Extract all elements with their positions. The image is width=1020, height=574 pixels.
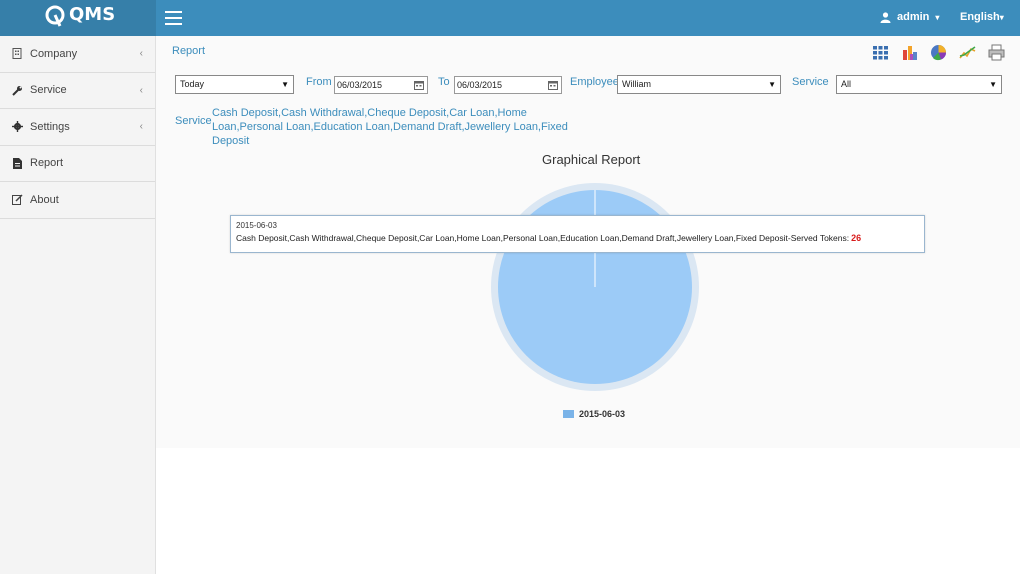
service-summary-text: Cash Deposit,Cash Withdrawal,Cheque Depo… [212, 107, 568, 147]
sidebar-item-settings[interactable]: Settings ‹ [0, 109, 155, 146]
chart-legend[interactable]: 2015-06-03 [563, 409, 625, 419]
sidebar-item-report[interactable]: Report [0, 146, 155, 182]
filter-bar: Today ▼ From 06/03/2015 To 06/03/2015 Em… [175, 75, 1005, 95]
sidebar: Company ‹ Service ‹ Settings ‹ Report Ab… [0, 36, 156, 574]
sidebar-item-about[interactable]: About [0, 182, 155, 219]
chevron-left-icon: ‹ [139, 48, 143, 59]
logo-text: QMS [69, 4, 116, 25]
service-filter-label: Service [792, 76, 829, 88]
building-icon [10, 47, 24, 61]
user-menu[interactable]: admin ▾ [880, 11, 939, 23]
sidebar-item-label: Report [30, 157, 64, 170]
to-date-input[interactable]: 06/03/2015 [454, 76, 562, 94]
pie-chart-icon[interactable] [930, 44, 947, 61]
chevron-left-icon: ‹ [139, 84, 143, 96]
sidebar-item-company[interactable]: Company ‹ [0, 36, 155, 73]
line-chart-icon[interactable] [959, 44, 976, 61]
user-name: admin [897, 11, 930, 23]
sidebar-item-label: Company [30, 47, 78, 60]
document-icon [10, 156, 24, 170]
legend-swatch [563, 410, 574, 418]
sidebar-item-label: About [30, 193, 59, 206]
language-label: English [960, 11, 1000, 23]
sidebar-toggle-button[interactable] [165, 11, 182, 25]
top-navbar: QMS admin ▾ English▾ [0, 0, 1020, 36]
to-date-value: 06/03/2015 [457, 80, 503, 90]
gear-icon [10, 120, 24, 134]
calendar-icon[interactable] [548, 80, 558, 90]
from-date-value: 06/03/2015 [337, 80, 383, 90]
chart-tooltip: 2015-06-03 Cash Deposit,Cash Withdrawal,… [230, 215, 925, 253]
from-label: From [306, 76, 332, 88]
caret-down-icon: ▾ [935, 12, 940, 22]
employee-select[interactable]: William ▼ [617, 75, 781, 94]
from-date-input[interactable]: 06/03/2015 [334, 76, 428, 94]
logo-area[interactable]: QMS [0, 0, 156, 36]
calendar-icon[interactable] [414, 80, 424, 90]
caret-down-icon: ▼ [768, 80, 776, 89]
table-icon[interactable] [872, 44, 889, 61]
content-footer-area [156, 448, 1020, 574]
report-view-toolbar [872, 44, 1005, 61]
sidebar-item-label: Settings [30, 120, 70, 133]
employee-select-value: William [622, 79, 651, 89]
caret-down-icon: ▼ [989, 80, 997, 89]
tooltip-value: 26 [851, 233, 862, 243]
to-label: To [438, 76, 450, 88]
wrench-icon [10, 83, 24, 97]
page-title: Report [172, 45, 206, 57]
sidebar-item-label: Service [30, 84, 67, 97]
edit-icon [10, 193, 24, 207]
tooltip-date: 2015-06-03 [236, 221, 277, 230]
print-icon[interactable] [988, 44, 1005, 61]
language-menu[interactable]: English▾ [960, 11, 1004, 23]
bar-chart-icon[interactable] [901, 44, 918, 61]
employee-label: Employee [570, 76, 619, 88]
service-summary-label: Service [175, 115, 212, 127]
period-select[interactable]: Today ▼ [175, 75, 294, 94]
tooltip-text: Cash Deposit,Cash Withdrawal,Cheque Depo… [236, 233, 850, 243]
main-content: Report Today ▼ From 06/03/2015 To 06/03/… [156, 36, 1020, 448]
legend-label: 2015-06-03 [579, 409, 626, 419]
service-select[interactable]: All ▼ [836, 75, 1002, 94]
period-select-value: Today [180, 79, 205, 89]
chart-title: Graphical Report [542, 152, 641, 167]
chevron-left-icon: ‹ [139, 121, 143, 132]
service-select-value: All [841, 79, 852, 89]
sidebar-item-service[interactable]: Service ‹ [0, 73, 155, 109]
caret-down-icon: ▾ [999, 13, 1004, 22]
user-icon [880, 11, 891, 23]
qms-logo-icon [45, 5, 65, 27]
caret-down-icon: ▼ [281, 80, 289, 89]
